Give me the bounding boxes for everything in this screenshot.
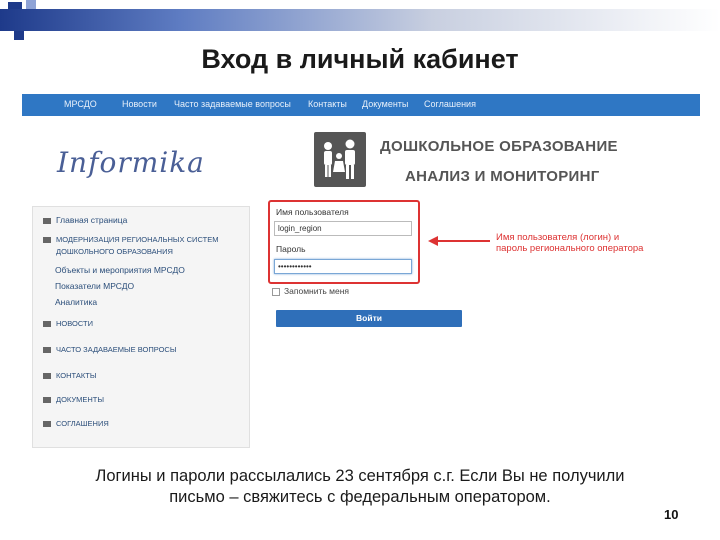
sidebar-item-label: Главная страница [56,215,128,225]
annotation-note-line1: Имя пользователя (логин) и [496,232,620,243]
slide-caption: Логины и пароли рассылались 23 сентября … [20,466,700,508]
folder-icon [43,397,51,404]
nav-item-contacts[interactable]: Контакты [308,99,347,109]
informika-logo[interactable]: Informika [57,146,205,179]
site-screenshot: МРСДО Новости Часто задаваемые вопросы К… [22,94,700,450]
checkbox-icon [272,287,280,296]
arrow-left-icon [428,236,438,246]
annotation-note: Имя пользователя (логин) и пароль регион… [496,232,643,254]
sidebar-item-modernization-line2[interactable]: ДОШКОЛЬНОГО ОБРАЗОВАНИЯ [56,247,173,256]
site-nav-bar: МРСДО Новости Часто задаваемые вопросы К… [22,94,700,116]
password-label: Пароль [276,244,306,254]
nav-item-documents[interactable]: Документы [362,99,408,109]
slide-title: Вход в личный кабинет [201,44,519,74]
password-field[interactable]: •••••••••••• [274,259,412,274]
sidebar-item-modernization[interactable]: МОДЕРНИЗАЦИЯ РЕГИОНАЛЬНЫХ СИСТЕМ [43,235,218,244]
sidebar-item-contacts[interactable]: КОНТАКТЫ [43,371,96,380]
sidebar-item-label: ДОКУМЕНТЫ [56,395,105,404]
login-button[interactable]: Войти [276,310,462,327]
family-icon [314,132,366,187]
list-icon [43,347,51,354]
sidebar-subitem-objects[interactable]: Объекты и мероприятия МРСДО [55,265,185,275]
sidebar-item-label: СОГЛАШЕНИЯ [56,419,109,428]
annotation-note-line2: пароль регионального оператора [496,243,644,254]
nav-item-agreements[interactable]: Соглашения [424,99,476,109]
nav-item-faq[interactable]: Часто задаваемые вопросы [174,99,291,109]
username-field[interactable]: login_region [274,221,412,236]
caption-line1: Логины и пароли рассылались 23 сентября … [95,467,625,485]
banner-title-line2: АНАЛИЗ И МОНИТОРИНГ [405,168,600,185]
nav-item-news[interactable]: Новости [122,99,157,109]
sidebar-item-faq[interactable]: ЧАСТО ЗАДАВАЕМЫЕ ВОПРОСЫ [43,345,176,354]
sidebar-subitem-indicators[interactable]: Показатели МРСДО [55,281,134,291]
sidebar-item-agreements[interactable]: СОГЛАШЕНИЯ [43,419,109,428]
username-label: Имя пользователя [276,207,349,217]
circle-icon [43,237,51,244]
caption-line2: письмо – свяжитесь с федеральным операто… [169,488,551,506]
sidebar-item-label: КОНТАКТЫ [56,371,97,380]
remember-me-label: Запомнить меня [284,286,350,296]
page-number: 10 [664,507,679,522]
banner-title-line1: ДОШКОЛЬНОЕ ОБРАЗОВАНИЕ [380,138,618,155]
top-gradient-bar [0,9,720,31]
annotation-arrow-line [430,240,490,242]
sidebar-item-documents[interactable]: ДОКУМЕНТЫ [43,395,104,404]
sidebar-item-label: МОДЕРНИЗАЦИЯ РЕГИОНАЛЬНЫХ СИСТЕМ [56,235,219,244]
sidebar: Главная страница МОДЕРНИЗАЦИЯ РЕГИОНАЛЬН… [32,206,250,448]
remember-me-checkbox[interactable]: Запомнить меня [272,286,349,296]
nav-item-mrsdo[interactable]: МРСДО [64,99,97,109]
circle-icon [43,421,51,428]
home-icon [43,217,51,224]
sidebar-item-home[interactable]: Главная страница [43,215,127,225]
sidebar-item-news[interactable]: НОВОСТИ [43,319,93,328]
circle-icon [43,321,51,328]
sidebar-item-label: ЧАСТО ЗАДАВАЕМЫЕ ВОПРОСЫ [56,345,177,354]
sidebar-item-label: НОВОСТИ [56,319,93,328]
contacts-icon [43,373,51,380]
sidebar-subitem-analytics[interactable]: Аналитика [55,297,97,307]
